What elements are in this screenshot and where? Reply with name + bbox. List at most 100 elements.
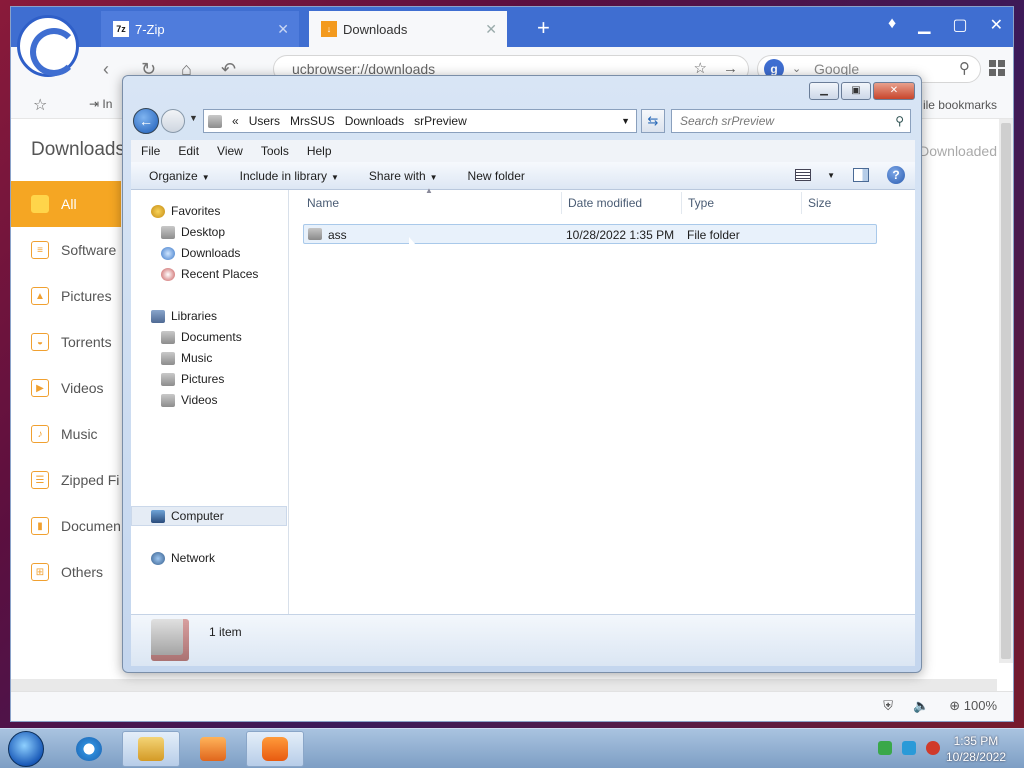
sidebar-item-videos[interactable]: ▶ Videos [11, 365, 121, 411]
breadcrumb-mrssus[interactable]: MrsSUS [290, 114, 335, 128]
sidebar-item-software[interactable]: ≡ Software [11, 227, 121, 273]
action-center-icon[interactable] [878, 741, 892, 755]
column-header-size[interactable]: Size [808, 196, 831, 210]
taskbar-media-player[interactable] [184, 731, 242, 767]
maximize-button[interactable]: ▢ [952, 15, 967, 35]
breadcrumb[interactable]: « Users MrsSUS Downloads srPreview ▼ [203, 109, 637, 133]
sidebar-item-others[interactable]: ⊞ Others [11, 549, 121, 595]
nav-documents[interactable]: Documents [161, 330, 242, 344]
breadcrumb-srpreview[interactable]: srPreview [414, 114, 467, 128]
menu-file[interactable]: File [141, 144, 160, 158]
search-icon[interactable]: ⚲ [895, 110, 904, 132]
uc-browser-icon [262, 737, 288, 761]
taskbar-internet-explorer[interactable] [60, 731, 118, 767]
sidebar-item-all[interactable]: All [11, 181, 121, 227]
menu-edit[interactable]: Edit [178, 144, 199, 158]
column-divider[interactable] [561, 192, 562, 214]
sidebar-item-music[interactable]: ♪ Music [11, 411, 121, 457]
chevron-down-icon[interactable]: ▼ [621, 116, 630, 126]
nav-libraries[interactable]: Libraries [151, 309, 217, 323]
shield-icon[interactable]: ⛨ [883, 698, 893, 714]
nav-favorites[interactable]: Favorites [151, 204, 220, 218]
horizontal-scrollbar[interactable] [11, 679, 997, 691]
mobile-bookmarks-item[interactable]: ile bookmarks [923, 98, 997, 112]
nav-videos[interactable]: Videos [161, 393, 217, 407]
skin-icon[interactable]: ♦ [888, 15, 896, 35]
column-header-name[interactable]: Name [307, 196, 339, 210]
close-button[interactable]: ✕ [873, 82, 915, 100]
taskbar-windows-explorer[interactable] [122, 731, 180, 767]
column-header-type[interactable]: Type [688, 196, 714, 210]
vertical-scrollbar[interactable] [999, 119, 1013, 663]
back-button[interactable]: ← [133, 108, 159, 134]
taskbar-uc-browser[interactable] [246, 731, 304, 767]
tab-7zip[interactable]: 7z 7-Zip ✕ [101, 11, 299, 47]
folder-icon [31, 195, 49, 213]
breadcrumb-users[interactable]: Users [249, 114, 280, 128]
organize-button[interactable]: Organize ▼ [149, 169, 210, 183]
menu-bar: File Edit View Tools Help [131, 140, 915, 162]
star-icon[interactable]: ☆ [33, 95, 47, 115]
music-icon: ♪ [31, 425, 49, 443]
speaker-icon[interactable] [926, 741, 940, 755]
nav-music[interactable]: Music [161, 351, 212, 365]
refresh-button[interactable]: ⇆ [641, 109, 665, 133]
forward-button[interactable] [161, 109, 185, 133]
nav-downloads[interactable]: Downloads [161, 246, 240, 260]
column-divider[interactable] [681, 192, 682, 214]
details-pane: 1 item [131, 614, 915, 666]
sidebar-item-documents[interactable]: ▮ Documen [11, 503, 121, 549]
zoom-control[interactable]: ⊕ 100% [949, 698, 997, 714]
command-bar: Organize ▼ Include in library ▼ Share with… [131, 162, 915, 190]
nav-desktop[interactable]: Desktop [161, 225, 225, 239]
include-in-library-button[interactable]: Include in library ▼ [240, 169, 339, 183]
minimize-button[interactable]: ▁ [809, 82, 839, 100]
sidebar-item-zipped[interactable]: ☰ Zipped Fi [11, 457, 121, 503]
change-view-button[interactable]: ▼ [795, 169, 835, 181]
tab-downloads[interactable]: ↓ Downloads ✕ [309, 11, 507, 47]
system-tray [878, 741, 940, 755]
download-icon: ↓ [321, 21, 337, 37]
start-button[interactable] [8, 731, 44, 767]
share-with-button[interactable]: Share with ▼ [369, 169, 438, 183]
nav-pictures[interactable]: Pictures [161, 372, 224, 386]
nav-recent-places[interactable]: Recent Places [161, 267, 258, 281]
sort-chevron-up-icon: ▲ [425, 186, 433, 195]
documents-icon [161, 330, 175, 344]
network-status-icon[interactable] [902, 741, 916, 755]
search-input[interactable]: Search srPreview ⚲ [671, 109, 911, 133]
sidebar-item-pictures[interactable]: ▲ Pictures [11, 273, 121, 319]
preview-pane-icon[interactable] [853, 168, 869, 182]
close-tab-icon[interactable]: ✕ [277, 21, 289, 38]
menu-help[interactable]: Help [307, 144, 332, 158]
uc-logo-icon[interactable] [17, 15, 79, 77]
sidebar-item-torrents[interactable]: ◒ Torrents [11, 319, 121, 365]
nav-network[interactable]: Network [151, 551, 215, 565]
menu-tools[interactable]: Tools [261, 144, 289, 158]
file-row[interactable]: ass 10/28/2022 1:35 PM File folder [303, 224, 877, 244]
import-bookmarks-item[interactable]: ⇥ In [89, 97, 112, 111]
downloads-sidebar: All ≡ Software ▲ Pictures ◒ Torrents ▶ Video… [11, 181, 121, 595]
nav-computer[interactable]: Computer [151, 509, 224, 523]
clock[interactable]: 1:35 PM 10/28/2022 [946, 733, 1006, 765]
apps-grid-icon[interactable] [989, 60, 1005, 76]
back-arrow-icon[interactable]: ‹ [103, 59, 109, 80]
breadcrumb-overflow[interactable]: « [232, 114, 239, 128]
close-tab-icon[interactable]: ✕ [485, 21, 497, 38]
close-window-button[interactable]: ✕ [990, 15, 1003, 35]
menu-view[interactable]: View [217, 144, 243, 158]
minimize-button[interactable]: ▁ [918, 15, 930, 35]
search-icon[interactable]: ⚲ [959, 56, 970, 82]
history-chevron-down-icon[interactable]: ▼ [189, 113, 198, 123]
new-folder-button[interactable]: New folder [468, 169, 525, 183]
volume-icon[interactable]: 🔈 [913, 698, 929, 714]
maximize-button[interactable]: ▣ [841, 82, 871, 100]
column-divider[interactable] [801, 192, 802, 214]
tab-label: Downloads [343, 21, 408, 37]
breadcrumb-downloads[interactable]: Downloads [345, 114, 404, 128]
new-tab-button[interactable]: + [537, 15, 550, 41]
downloaded-tab[interactable]: Downloaded [919, 143, 997, 159]
clock-time: 1:35 PM [953, 734, 999, 748]
help-icon[interactable]: ? [887, 166, 905, 184]
column-header-date-modified[interactable]: Date modified [568, 196, 642, 210]
